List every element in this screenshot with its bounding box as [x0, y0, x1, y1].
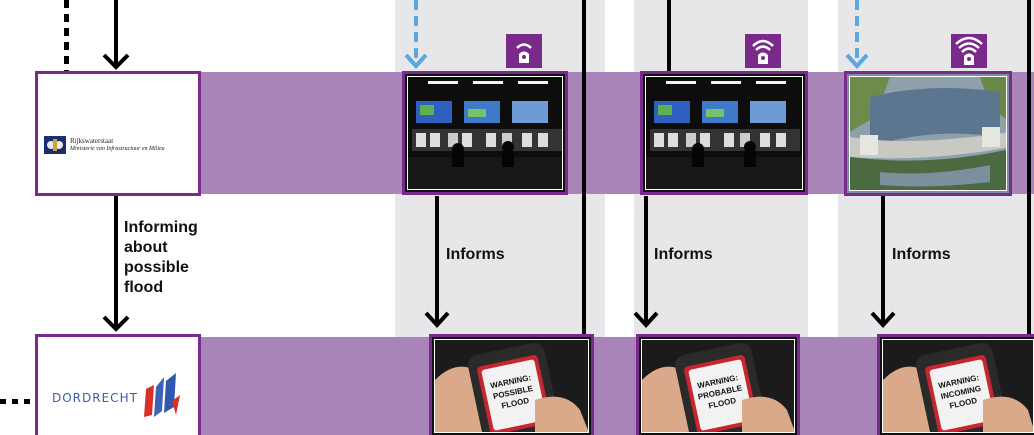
arrow-down-icon: [424, 196, 450, 328]
sensor-icon: [506, 34, 542, 68]
control-room-photo: [402, 71, 568, 195]
phone-warning-photo: WARNING: PROBABLE FLOOD: [636, 334, 800, 435]
dordrecht-logo: [144, 373, 180, 417]
sensor-icon: [745, 34, 781, 68]
phone-warning-photo: WARNING: INCOMING FLOOD: [877, 334, 1034, 435]
dordrecht-box: DORDRECHT: [35, 334, 201, 435]
ministry-name: Ministerie van Infrastructuur en Milieu: [70, 146, 165, 152]
phone-warning-photo: WARNING: POSSIBLE FLOOD: [429, 334, 594, 435]
dashed-arrow-icon: [845, 0, 869, 69]
informs-label: Informs: [446, 246, 505, 263]
government-logo: [44, 136, 66, 154]
arrow-down-icon: [102, 0, 130, 70]
flood-barrier-photo: [844, 71, 1012, 196]
dordrecht-name: DORDRECHT: [52, 391, 138, 405]
dashed-arrow-icon: [404, 0, 428, 69]
informs-label: Informs: [892, 246, 951, 263]
informs-label: Informs: [654, 246, 713, 263]
arrow-down-icon: [870, 196, 896, 328]
rijkswaterstaat-name: Rijkswaterstaat: [70, 137, 114, 145]
control-room-photo: [640, 71, 808, 195]
sensor-icon: [951, 34, 987, 68]
informing-label: Informing about possible flood: [124, 219, 198, 296]
rijkswaterstaat-box: Rijkswaterstaat Ministerie van Infrastru…: [35, 71, 201, 196]
